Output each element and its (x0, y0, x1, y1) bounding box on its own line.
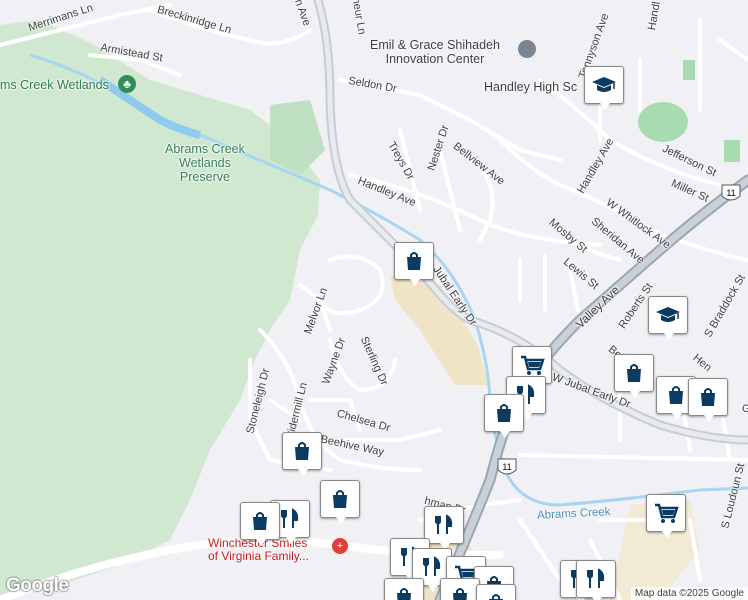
poi-innovation-center[interactable]: Emil & Grace Shihadeh Innovation Center (370, 38, 500, 66)
shopping-bag-icon (492, 401, 516, 425)
shopping-bag-icon (392, 585, 416, 600)
shopping-bag-icon (328, 487, 352, 511)
street-label-g: G (742, 403, 748, 415)
restaurant-icon (420, 555, 444, 579)
cart-icon (653, 501, 679, 525)
map-pin-shopping-bag[interactable] (320, 480, 360, 524)
map-pin-shopping-bag[interactable] (282, 432, 322, 476)
restaurant-icon (278, 507, 302, 531)
restaurant-icon (584, 567, 608, 591)
map-attribution[interactable]: Map data ©2025 Google (630, 587, 748, 600)
cart-icon (519, 353, 545, 377)
map-pin-school[interactable] (584, 66, 624, 110)
shopping-bag-icon (622, 361, 646, 385)
map-pin-shopping-bag[interactable] (614, 354, 654, 398)
shopping-bag-icon (696, 385, 720, 409)
shopping-bag-icon (248, 509, 272, 533)
poi-wetlands[interactable]: ms Creek Wetlands (0, 78, 109, 92)
map-pin-shopping-bag[interactable] (240, 502, 280, 546)
map-pin-school[interactable] (648, 296, 688, 340)
poi-icon-innovation (518, 40, 536, 58)
shopping-bag-icon (402, 249, 426, 273)
map-pin-shopping-bag[interactable] (688, 378, 728, 422)
school-icon (590, 73, 618, 97)
restaurant-icon (432, 513, 456, 537)
highway-shield-icon-1: 11 (721, 184, 741, 201)
shopping-bag-icon (664, 383, 688, 407)
map-pin-restaurant[interactable] (424, 506, 464, 550)
map-pin-restaurant[interactable] (576, 560, 616, 600)
svg-text:11: 11 (726, 188, 735, 198)
map-pin-shopping-bag[interactable] (440, 578, 480, 600)
map-pin-shopping-bag[interactable] (484, 394, 524, 438)
map-pin-shopping-bag[interactable] (394, 242, 434, 286)
shopping-bag-icon (290, 439, 314, 463)
map-canvas[interactable]: Merrimans Ln Breckinridge Ln Armistead S… (0, 0, 748, 600)
map-pin-cart[interactable] (646, 494, 686, 538)
poi-handley-high[interactable]: Handley High Sc (484, 80, 577, 94)
medical-icon: + (332, 538, 348, 554)
map-pin-shopping-bag[interactable] (384, 578, 424, 600)
highway-shield-icon-2: 11 (497, 458, 517, 475)
svg-text:11: 11 (502, 462, 511, 472)
school-icon (654, 303, 682, 327)
google-logo: Google (6, 575, 69, 596)
shopping-bag-icon (484, 591, 508, 600)
poi-wetlands-preserve[interactable]: Abrams Creek Wetlands Preserve (165, 142, 245, 184)
map-pin-shopping-bag[interactable] (476, 584, 516, 600)
tree-icon: ♣ (118, 75, 136, 93)
shopping-bag-icon (448, 585, 472, 600)
